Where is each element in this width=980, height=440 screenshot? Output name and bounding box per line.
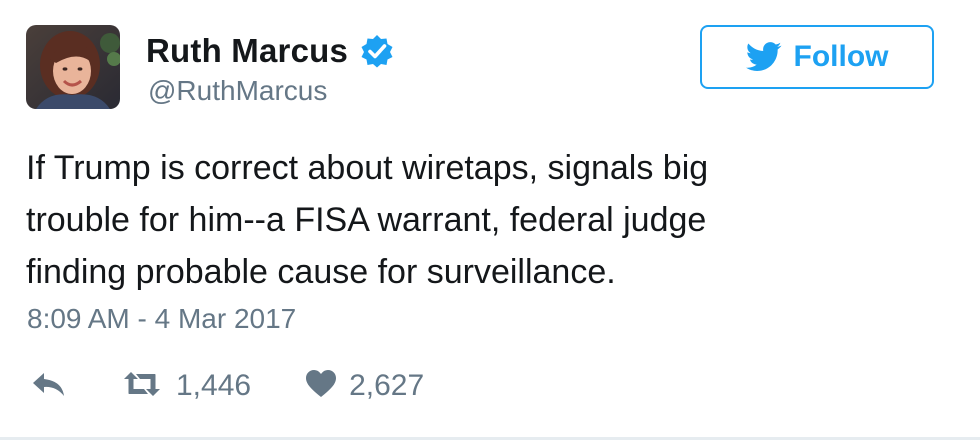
- author-handle[interactable]: @RuthMarcus: [148, 75, 327, 107]
- follow-label: Follow: [793, 40, 889, 73]
- tweet-text-line: If Trump is correct about wiretaps, sign…: [26, 149, 709, 187]
- retweet-icon: [120, 369, 164, 404]
- tweet-text-line: trouble for him--a FISA warrant, federal…: [26, 201, 707, 239]
- avatar[interactable]: [26, 25, 120, 109]
- tweet-text-line: finding probable cause for surveillance.: [26, 253, 616, 291]
- follow-button[interactable]: Follow: [700, 25, 934, 89]
- reply-button[interactable]: [30, 369, 68, 404]
- tweet-timestamp[interactable]: 8:09 AM - 4 Mar 2017: [27, 303, 296, 335]
- twitter-bird-icon: [745, 42, 782, 72]
- retweet-count: 1,446: [176, 369, 252, 402]
- heart-icon: [305, 369, 337, 404]
- reply-icon: [30, 369, 68, 404]
- tweet-card: Ruth Marcus @RuthMarcus Follow If Trump …: [0, 0, 980, 440]
- verified-badge-icon: [360, 34, 394, 68]
- author-name[interactable]: Ruth Marcus: [146, 32, 348, 70]
- tweet-actions: 1,446 2,627: [30, 366, 424, 406]
- author-name-row: Ruth Marcus: [146, 32, 394, 70]
- like-count: 2,627: [349, 369, 425, 402]
- avatar-photo-icon: [26, 25, 120, 109]
- retweet-button[interactable]: 1,446: [120, 369, 251, 404]
- tweet-text: If Trump is correct about wiretaps, sign…: [26, 142, 926, 298]
- like-button[interactable]: 2,627: [305, 369, 424, 404]
